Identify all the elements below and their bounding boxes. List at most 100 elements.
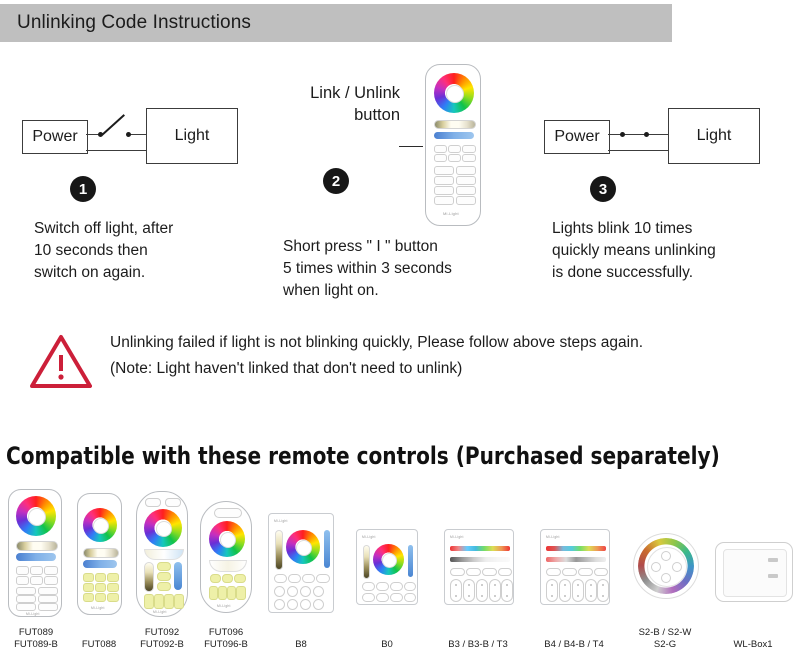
brand-mark: Mi-Light	[217, 604, 231, 608]
color-wheel	[209, 521, 245, 557]
vertical-brightness-slider	[408, 545, 413, 577]
product-wl-box1[interactable]: WL-Box1	[708, 487, 798, 653]
zone-key	[16, 595, 36, 603]
light-box: Light	[146, 108, 238, 164]
vertical-white-slider	[144, 562, 154, 592]
page-title: Unlinking Code Instructions	[17, 12, 251, 33]
vertical-white-slider	[275, 530, 283, 570]
panel-key	[450, 568, 465, 576]
brand-mark: Mi-Light	[274, 519, 288, 523]
white-arc-slider	[144, 549, 184, 560]
function-key	[44, 566, 58, 575]
remote-illustration-fut089: Mi-Light	[425, 64, 481, 226]
top-key	[165, 498, 181, 507]
function-key	[30, 576, 43, 585]
step-3: Power Light 3 Lights blink 10 times quic…	[540, 60, 795, 284]
product-fut092[interactable]: Mi-Light FUT092 FUT092-B	[130, 487, 194, 653]
wire-bottom	[608, 150, 668, 152]
function-key	[16, 576, 29, 585]
power-box: Power	[544, 120, 610, 154]
color-wheel	[144, 509, 182, 547]
color-strip-bottom	[450, 557, 510, 562]
warning-triangle-icon	[30, 335, 92, 388]
circuit-diagram-open: Power Light	[18, 60, 268, 170]
vertical-white-slider	[363, 545, 370, 579]
remote-body: Mi-Light	[200, 501, 252, 613]
mode-key	[234, 574, 246, 583]
panel-key	[287, 599, 298, 610]
panel-body: Mi-Light	[356, 529, 418, 605]
zone-slider-key	[476, 579, 488, 602]
keypad-key	[107, 593, 119, 602]
zone-key	[38, 587, 58, 595]
remote-body: Mi-Light	[8, 489, 62, 617]
power-box: Power	[22, 120, 88, 154]
panel-key	[288, 574, 301, 583]
right-button	[672, 562, 682, 572]
product-b0[interactable]: Mi-Light B0	[344, 487, 430, 653]
product-label: S2-B / S2-W S2-G	[638, 626, 692, 650]
vertical-brightness-slider	[174, 562, 182, 590]
panel-key	[287, 586, 298, 597]
product-label: B4 / B4-B / T4	[544, 638, 604, 650]
function-key	[448, 154, 461, 162]
zone-slider-key	[463, 579, 475, 602]
brightness-bar	[83, 560, 117, 568]
product-b4-t4[interactable]: Mi-Light B4 / B4-B / T4	[526, 487, 622, 653]
panel-key	[376, 582, 389, 591]
panel-key	[390, 582, 403, 591]
product-label: FUT092 FUT092-B	[140, 626, 184, 650]
product-b8[interactable]: Mi-Light B8	[258, 487, 344, 653]
panel-body: Mi-Light	[268, 513, 334, 613]
vertical-brightness-slider	[324, 530, 330, 568]
brand-mark: Mi-Light	[362, 535, 376, 539]
zone-key	[164, 594, 174, 609]
panel-key	[562, 568, 577, 576]
zone-key	[154, 594, 164, 609]
step-number-badge: 1	[70, 176, 96, 202]
zone-key	[16, 603, 36, 611]
panel-key	[546, 568, 561, 576]
product-b3-t3[interactable]: Mi-Light B3 / B3-B / T3	[430, 487, 526, 653]
mode-key	[157, 572, 171, 581]
contact-dot-right	[644, 132, 649, 137]
brand-mark: Mi-Light	[450, 535, 464, 539]
product-fut096[interactable]: Mi-Light FUT096 FUT096-B	[194, 487, 258, 653]
zone-slider-key	[597, 579, 609, 602]
contact-dot-left	[620, 132, 625, 137]
pointer-leader-line	[399, 146, 423, 148]
function-key	[448, 145, 461, 153]
warning-text-block: Unlinking failed if light is not blinkin…	[110, 330, 770, 381]
color-strip-top	[450, 546, 510, 551]
color-wheel	[373, 544, 404, 575]
zone-key	[174, 594, 184, 609]
product-fut088[interactable]: Mi-Light FUT088	[68, 487, 130, 653]
product-label: FUT096 FUT096-B	[204, 626, 248, 650]
compatible-products-row: Mi-Light FUT089 FUT089-B Mi-Light FUT088…	[0, 487, 800, 653]
zone-slider-key	[559, 579, 571, 602]
down-button	[661, 573, 671, 583]
wifi-box-inner	[723, 549, 787, 597]
zone-key	[227, 586, 236, 600]
panel-key	[274, 586, 285, 597]
left-button	[651, 562, 661, 572]
panel-key	[376, 593, 389, 602]
product-fut089[interactable]: Mi-Light FUT089 FUT089-B	[2, 487, 70, 653]
product-label: B0	[381, 638, 393, 650]
product-label: FUT089 FUT089-B	[14, 626, 58, 650]
zone-key	[456, 176, 476, 185]
zone-slider-key	[546, 579, 558, 602]
led-indicator	[768, 558, 778, 562]
contact-dot-right	[126, 132, 131, 137]
function-key	[462, 154, 476, 162]
color-wheel	[83, 508, 117, 542]
instruction-steps: Power Light 1 Switch off light, after 10…	[0, 60, 800, 310]
panel-body: Mi-Light	[444, 529, 514, 605]
remote-body: Mi-Light	[136, 491, 188, 617]
panel-key	[578, 568, 593, 576]
brand-mark: Mi-Light	[546, 535, 560, 539]
panel-key	[362, 593, 375, 602]
product-s2[interactable]: S2-B / S2-W S2-G	[622, 487, 708, 653]
panel-key	[274, 599, 285, 610]
keypad-key	[95, 583, 106, 592]
